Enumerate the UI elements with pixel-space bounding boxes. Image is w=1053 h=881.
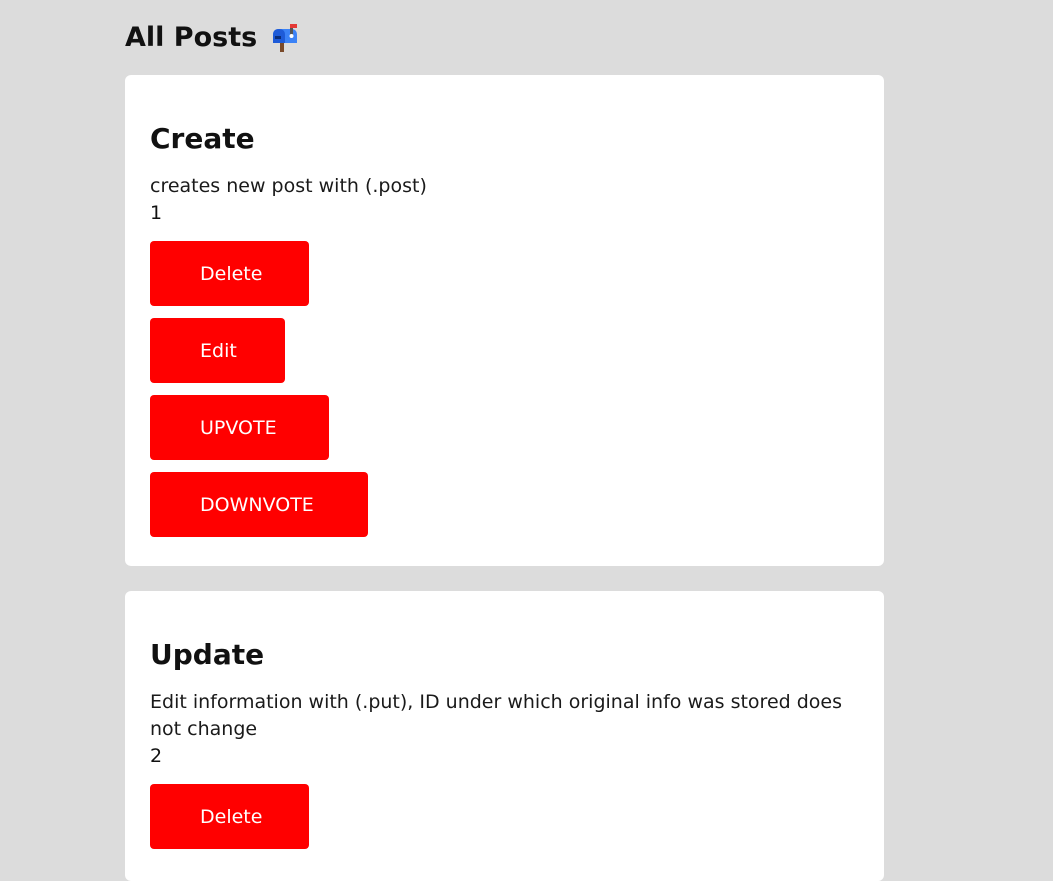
page-title: All Posts [125, 22, 258, 53]
delete-button[interactable]: Delete [150, 241, 309, 306]
post-title: Update [150, 638, 265, 671]
post-card: Update Edit information with (.put), ID … [125, 591, 884, 881]
post-title: Create [150, 122, 255, 155]
posts-container: All Posts Create creates new post with (… [125, 0, 884, 881]
page-title-row: All Posts [125, 0, 884, 57]
edit-button[interactable]: Edit [150, 318, 285, 383]
downvote-button[interactable]: DOWNVOTE [150, 472, 368, 537]
post-id: 2 [150, 745, 163, 767]
post-description: creates new post with (.post) [150, 175, 427, 197]
upvote-button[interactable]: UPVOTE [150, 395, 329, 460]
post-description: Edit information with (.put), ID under w… [150, 691, 843, 740]
post-id: 1 [150, 202, 163, 224]
delete-button[interactable]: Delete [150, 784, 309, 849]
post-card: Create creates new post with (.post) 1 D… [125, 75, 884, 566]
mailbox-icon [269, 23, 299, 53]
